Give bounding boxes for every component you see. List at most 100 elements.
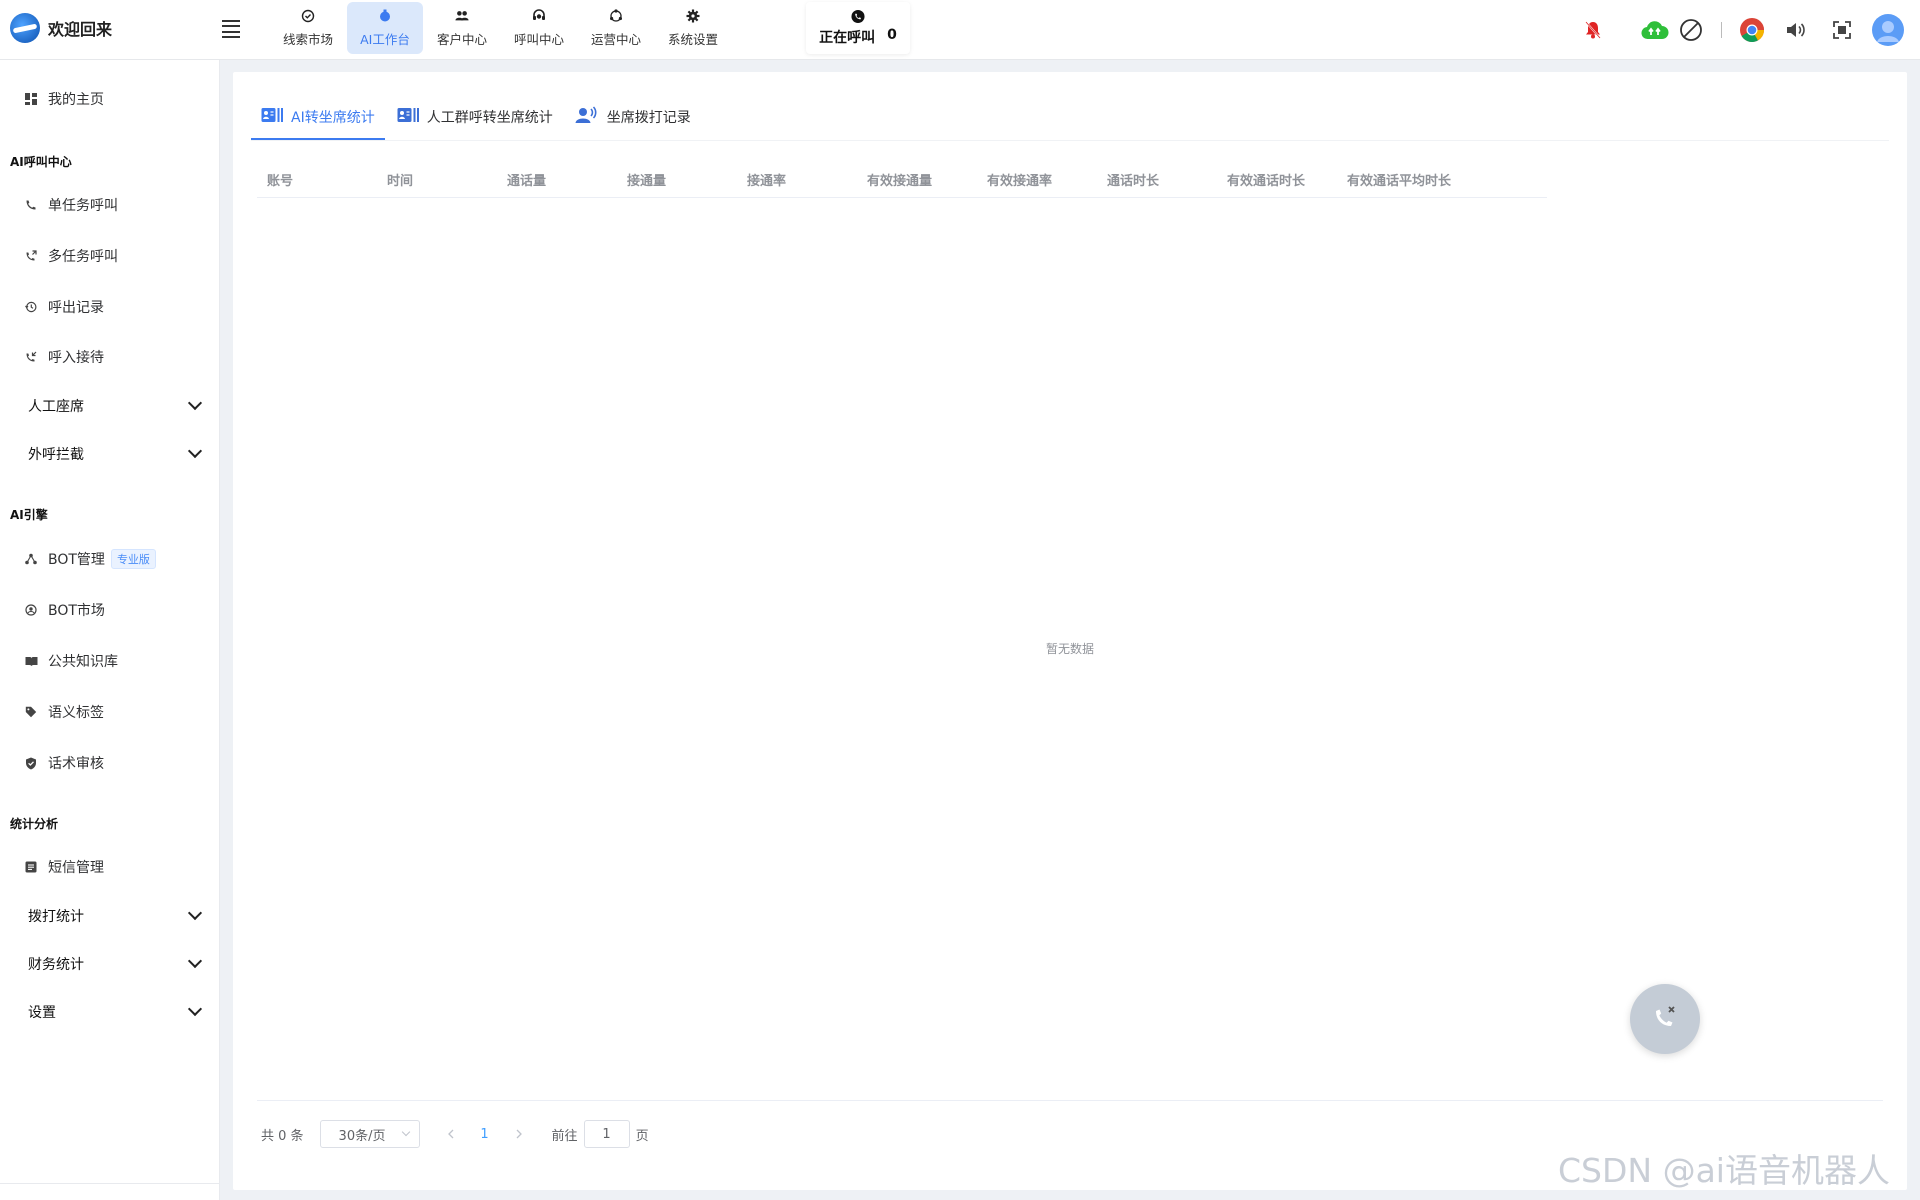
nav-item-call-center[interactable]: 呼叫中心 [501, 2, 577, 54]
sidebar-item-bot-management[interactable]: BOT管理 专业版 [0, 539, 220, 579]
goto-label: 前往 [551, 1128, 578, 1144]
volume-icon[interactable] [1780, 14, 1812, 46]
sidebar-item-sms[interactable]: 短信管理 [0, 847, 220, 887]
pro-badge: 专业版 [110, 549, 156, 569]
sidebar-item-label: 单任务呼叫 [48, 198, 118, 214]
sidebar-group-settings[interactable]: 设置 [0, 992, 220, 1032]
nav-item-ai-workbench[interactable]: AI工作台 [347, 2, 423, 54]
sidebar-item-multi-call[interactable]: 多任务呼叫 [0, 236, 220, 276]
block-icon[interactable] [1675, 14, 1707, 46]
sidebar-item-label: 语义标签 [48, 705, 104, 721]
chrome-icon[interactable] [1736, 14, 1768, 46]
tab-seat-dial-records[interactable]: 坐席拨打记录 [565, 94, 701, 140]
sidebar-item-home[interactable]: 我的主页 [0, 79, 220, 119]
footer-divider [257, 1100, 1883, 1101]
sidebar-section-call-center: AI呼叫中心 [10, 155, 72, 169]
cloud-upload-icon[interactable] [1639, 14, 1671, 46]
chevron-down-icon [187, 905, 203, 921]
nav-label: 客户中心 [436, 31, 487, 47]
sidebar-item-inbound[interactable]: 呼入接待 [0, 337, 220, 377]
bell-off-icon[interactable] [1577, 14, 1609, 46]
calling-status[interactable]: 正在呼叫 0 [806, 2, 910, 54]
column-header: 账号 [267, 174, 294, 189]
ai-dot-icon [378, 9, 392, 23]
tag-icon [24, 705, 38, 719]
empty-state: 暂无数据 [1045, 642, 1094, 656]
shield-check-icon [24, 756, 38, 770]
phone-icon [24, 198, 38, 212]
user-voice-icon [575, 106, 599, 128]
tab-label: 人工群呼转坐席统计 [426, 110, 553, 126]
phone-incoming-icon [24, 350, 38, 364]
nav-label: 系统设置 [667, 31, 718, 47]
nav-item-system-settings[interactable]: 系统设置 [655, 2, 731, 54]
fullscreen-icon[interactable] [1826, 14, 1858, 46]
tab-ai-transfer-stats[interactable]: AI转坐席统计 [251, 94, 385, 140]
nav-label: AI工作台 [360, 31, 410, 47]
pagination-total: 共 0 条 [261, 1128, 304, 1144]
tab-label: AI转坐席统计 [291, 110, 375, 126]
chevron-down-icon [187, 443, 203, 459]
menu-toggle-icon[interactable] [222, 20, 240, 38]
toolbar-right [1577, 14, 1920, 46]
sidebar-group-manual-seat[interactable]: 人工座席 [0, 386, 220, 426]
next-page-button[interactable] [504, 1120, 534, 1148]
page-number-current[interactable]: 1 [466, 1120, 504, 1148]
sidebar-item-label: BOT市场 [48, 603, 105, 619]
table-header: 账号 时间 通话量 接通量 接通率 有效接通量 有效接通率 通话时长 有效通话时… [257, 162, 1547, 198]
chevron-down-icon [401, 1127, 410, 1137]
prev-page-button[interactable] [436, 1120, 466, 1148]
sidebar-item-outbound-log[interactable]: 呼出记录 [0, 287, 220, 327]
column-header: 通话量 [507, 174, 547, 189]
nav-item-leads-market[interactable]: 线索市场 [270, 2, 346, 54]
tab-label: 坐席拨打记录 [606, 110, 691, 126]
sidebar-item-knowledge-base[interactable]: 公共知识库 [0, 641, 220, 681]
sidebar-group-dial-stats[interactable]: 拨打统计 [0, 896, 220, 936]
sidebar-group-label: 设置 [28, 1005, 56, 1021]
column-header: 时间 [387, 174, 414, 189]
sidebar-item-semantic-tags[interactable]: 语义标签 [0, 692, 220, 732]
column-header: 有效通话平均时长 [1347, 174, 1452, 189]
gear-icon [686, 9, 700, 23]
phone-call-icon [851, 9, 865, 23]
sidebar-item-label: BOT管理 [48, 552, 105, 568]
nav-label: 线索市场 [282, 31, 333, 47]
calling-label: 正在呼叫 [819, 30, 876, 46]
sidebar-item-label: 呼入接待 [48, 350, 104, 366]
sidebar-group-block[interactable]: 外呼拦截 [0, 434, 220, 474]
sidebar-group-label: 外呼拦截 [28, 447, 84, 463]
sidebar-section-ai-engine: AI引擎 [10, 508, 48, 522]
sidebar-group-finance-stats[interactable]: 财务统计 [0, 944, 220, 984]
column-header: 有效接通率 [987, 174, 1053, 189]
brand-logo [10, 13, 40, 43]
brand[interactable]: 欢迎回来 [10, 13, 112, 43]
users-icon [455, 9, 469, 23]
top-header: 欢迎回来 线索市场 AI工作台 客户中心 呼叫中心 运营中心 系统设置 正在呼叫… [0, 0, 1920, 60]
id-card-icon [261, 107, 283, 127]
history-icon [24, 300, 38, 314]
sidebar-group-label: 人工座席 [28, 399, 84, 415]
smile-circle-icon [24, 603, 38, 617]
sidebar-item-single-call[interactable]: 单任务呼叫 [0, 185, 220, 225]
tab-manual-group-transfer-stats[interactable]: 人工群呼转坐席统计 [387, 94, 563, 140]
nav-item-customer-center[interactable]: 客户中心 [424, 2, 500, 54]
toolbar-divider [1721, 22, 1722, 38]
nav-item-operations-center[interactable]: 运营中心 [578, 2, 654, 54]
goto-page-input[interactable] [583, 1120, 630, 1148]
sidebar-item-bot-market[interactable]: BOT市场 [0, 590, 220, 630]
network-icon [24, 552, 38, 566]
cycle-icon [609, 8, 623, 23]
sidebar: 我的主页 AI呼叫中心 单任务呼叫 多任务呼叫 呼出记录 呼入接待 人工座席 外… [0, 60, 220, 1200]
sidebar-item-script-review[interactable]: 话术审核 [0, 743, 220, 783]
book-icon [24, 654, 38, 668]
chevron-down-icon [187, 1001, 203, 1017]
tabs-divider [251, 140, 1889, 141]
sidebar-group-label: 拨打统计 [28, 909, 84, 925]
sidebar-item-label: 多任务呼叫 [48, 249, 118, 265]
column-header: 接通量 [627, 174, 667, 189]
floating-call-button[interactable] [1630, 984, 1700, 1054]
pagination: 共 0 条 30条/页 1 前往 页 [261, 1120, 649, 1148]
page-size-select[interactable]: 30条/页 [319, 1120, 420, 1148]
nav-label: 运营中心 [590, 31, 641, 47]
avatar[interactable] [1872, 14, 1904, 46]
